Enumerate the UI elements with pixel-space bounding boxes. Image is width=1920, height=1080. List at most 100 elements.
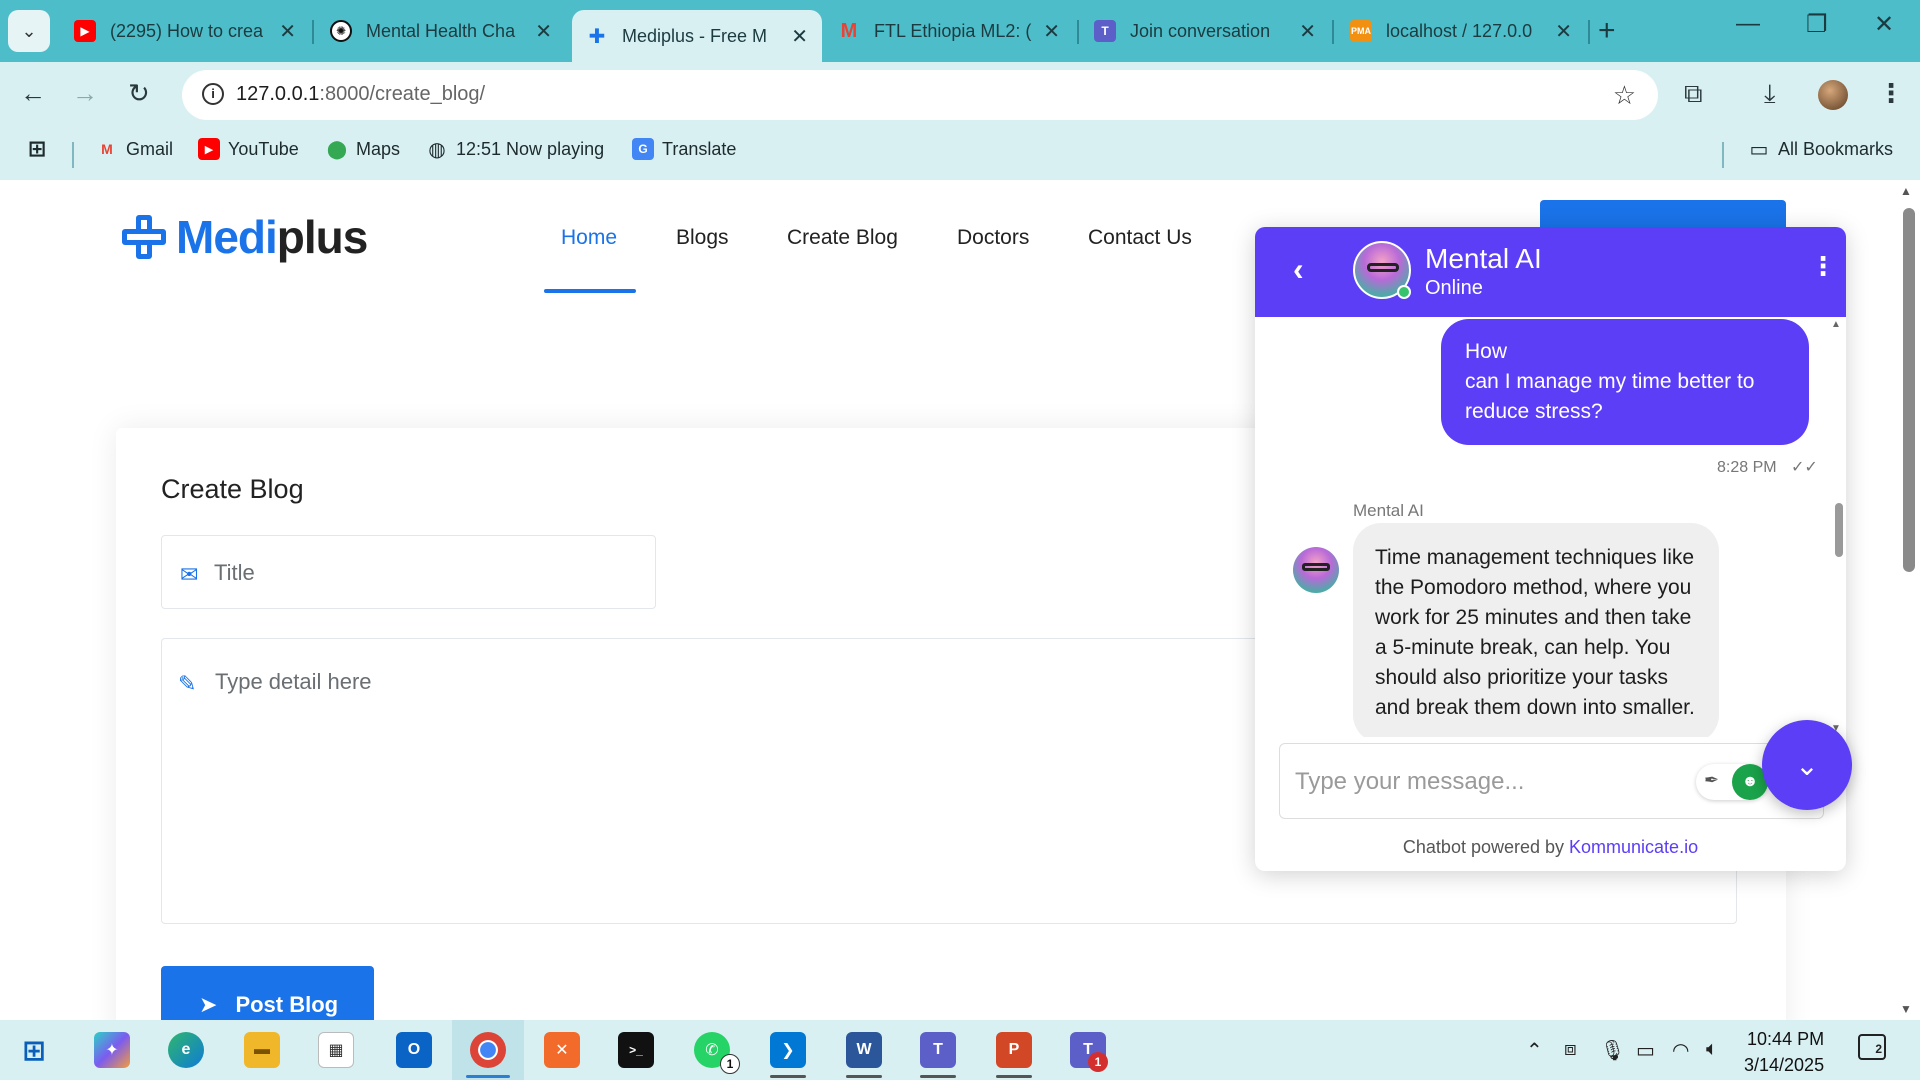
notification-count: 2 xyxy=(1875,1042,1882,1056)
tab-label: Mediplus - Free M xyxy=(622,25,768,46)
device-icon[interactable]: ⧈ xyxy=(1564,1038,1577,1061)
tab-separator xyxy=(312,20,314,44)
store-icon[interactable]: ▦ xyxy=(318,1032,354,1068)
copilot-icon[interactable]: ✦ xyxy=(94,1032,130,1068)
tab-search-button[interactable]: ⌄ xyxy=(8,10,50,52)
address-url[interactable]: 127.0.0.1:8000/create_blog/ xyxy=(236,83,485,106)
nav-contact-us[interactable]: Contact Us xyxy=(1088,226,1192,250)
apps-grid-icon[interactable]: ⊞ xyxy=(26,136,56,161)
user-message-line: reduce stress? xyxy=(1465,400,1603,423)
word-icon[interactable]: W xyxy=(846,1032,882,1068)
outlook-icon[interactable]: O xyxy=(396,1032,432,1068)
close-icon[interactable]: ✕ xyxy=(1043,19,1060,44)
bookmark-translate[interactable]: G Translate xyxy=(632,138,736,160)
gmail-icon: M xyxy=(101,141,113,157)
chrome-icon[interactable] xyxy=(470,1032,506,1068)
scroll-up-icon[interactable]: ▲ xyxy=(1900,184,1912,198)
nav-create-blog[interactable]: Create Blog xyxy=(787,226,898,250)
all-bookmarks[interactable]: ▭ All Bookmarks xyxy=(1748,138,1893,161)
back-icon[interactable]: ← xyxy=(20,78,46,109)
battery-icon[interactable]: ▭ xyxy=(1636,1038,1655,1063)
chat-toggle-button[interactable]: ⌄ xyxy=(1762,720,1852,810)
address-bar[interactable]: i 127.0.0.1:8000/create_blog/ ☆ xyxy=(182,70,1658,120)
chat-mode-toggle[interactable]: ✒ ☻ xyxy=(1696,764,1768,800)
profile-avatar[interactable] xyxy=(1818,80,1848,110)
volume-icon[interactable]: 🔈︎ xyxy=(1706,1038,1718,1061)
teams-icon[interactable]: T xyxy=(920,1032,956,1068)
logo-part-plus: plus xyxy=(276,211,369,263)
close-icon[interactable]: ✕ xyxy=(279,19,296,44)
powered-brand-link[interactable]: Kommunicate.io xyxy=(1569,837,1698,857)
scroll-down-icon[interactable]: ▼ xyxy=(1900,1002,1912,1016)
maps-icon: ⬤ xyxy=(326,138,348,159)
nav-blogs[interactable]: Blogs xyxy=(676,226,729,250)
clock-time: 10:44 PM xyxy=(1747,1029,1825,1049)
page-scroll-thumb[interactable] xyxy=(1903,208,1915,572)
chat-back-icon[interactable]: ‹ xyxy=(1293,251,1304,288)
notification-center-icon[interactable]: 2 xyxy=(1858,1034,1886,1060)
new-tab-icon[interactable]: + xyxy=(1598,14,1616,48)
title-input[interactable]: ✉ Title xyxy=(161,535,656,609)
tab-separator xyxy=(1077,20,1079,44)
minimize-icon[interactable]: — xyxy=(1736,10,1760,38)
close-icon[interactable]: ✕ xyxy=(535,19,552,44)
bookmark-now-playing[interactable]: ◍ 12:51 Now playing xyxy=(426,138,604,161)
teams-badge: 1 xyxy=(1088,1052,1108,1072)
system-clock[interactable]: 10:44 PM 3/14/2025 xyxy=(1744,1026,1824,1078)
chat-messages[interactable]: How can I manage my time better to reduc… xyxy=(1255,317,1846,737)
tab-label: localhost / 127.0.0 xyxy=(1386,20,1533,41)
xampp-icon[interactable]: ✕ xyxy=(544,1032,580,1068)
bookmark-star-icon[interactable]: ☆ xyxy=(1613,80,1636,111)
browser-menu-icon[interactable]: ⋮ xyxy=(1878,78,1904,109)
nav-doctors[interactable]: Doctors xyxy=(957,226,1029,250)
restore-icon[interactable]: ❐ xyxy=(1806,10,1828,39)
tab-gmail[interactable]: M FTL Ethiopia ML2: ( ✕ xyxy=(824,10,1074,52)
microphone-icon[interactable]: 🎙︎ xyxy=(1600,1038,1625,1063)
clock-date: 3/14/2025 xyxy=(1744,1055,1825,1075)
post-blog-button[interactable]: ➤ Post Blog xyxy=(161,966,374,1020)
tab-youtube[interactable]: ▶ (2295) How to crea ✕ xyxy=(60,10,310,52)
tab-phpmyadmin[interactable]: PMA localhost / 127.0.0 ✕ xyxy=(1336,10,1586,52)
bookmark-maps[interactable]: ⬤ Maps xyxy=(326,138,400,160)
nav-home[interactable]: Home xyxy=(561,226,617,250)
chat-scroll-up-icon[interactable]: ▲ xyxy=(1831,319,1841,330)
online-indicator xyxy=(1397,285,1411,299)
chevron-down-icon: ⌄ xyxy=(1795,749,1819,781)
reload-icon[interactable]: ↻ xyxy=(128,78,150,109)
tab-mental-health[interactable]: ✺ Mental Health Cha ✕ xyxy=(316,10,566,52)
taskbar: ⊞ ✦ e ▬ ▦ O ✕ >_ ✆ 1 ❯ W T P T 1 ⌃ ⧈ 🎙︎ … xyxy=(0,1020,1920,1080)
vscode-icon[interactable]: ❯ xyxy=(770,1032,806,1068)
forward-icon[interactable]: → xyxy=(72,78,98,109)
chat-message-input[interactable]: Type your message... ✒ ☻ ⌇ xyxy=(1279,743,1824,819)
chat-scroll-thumb[interactable] xyxy=(1835,503,1843,557)
extensions-icon[interactable]: ⧉ xyxy=(1684,78,1703,110)
download-icon[interactable]: ⤓ xyxy=(1764,78,1776,110)
nav-active-indicator xyxy=(544,289,636,293)
chrome-active-indicator xyxy=(466,1075,510,1078)
tab-teams[interactable]: T Join conversation ✕ xyxy=(1080,10,1330,52)
bookmark-youtube[interactable]: ▶ YouTube xyxy=(198,138,299,160)
message-time: 8:28 PM xyxy=(1717,459,1777,476)
bookmark-gmail[interactable]: M Gmail xyxy=(96,138,173,160)
tab-label: FTL Ethiopia ML2: ( xyxy=(874,20,1032,41)
tab-mediplus[interactable]: ✚ Mediplus - Free M ✕ xyxy=(572,10,822,62)
site-logo[interactable]: Mediplus xyxy=(120,210,369,264)
wifi-icon[interactable]: ◠ xyxy=(1672,1038,1689,1063)
translate-icon: G xyxy=(632,138,654,160)
file-explorer-icon[interactable]: ▬ xyxy=(244,1032,280,1068)
tab-label: Mental Health Cha xyxy=(366,20,516,41)
tray-overflow-icon[interactable]: ⌃ xyxy=(1526,1038,1543,1063)
powerpoint-icon[interactable]: P xyxy=(996,1032,1032,1068)
site-info-icon[interactable]: i xyxy=(202,83,224,105)
close-icon[interactable]: ✕ xyxy=(1299,19,1316,44)
windows-start-icon[interactable]: ⊞ xyxy=(16,1032,52,1068)
chat-bot-name: Mental AI xyxy=(1425,243,1542,274)
chat-input-placeholder: Type your message... xyxy=(1295,768,1525,795)
terminal-icon[interactable]: >_ xyxy=(618,1032,654,1068)
window-close-icon[interactable]: ✕ xyxy=(1874,10,1894,39)
close-icon[interactable]: ✕ xyxy=(1555,19,1572,44)
envelope-icon: ✉ xyxy=(180,562,199,587)
close-icon[interactable]: ✕ xyxy=(791,24,808,49)
chat-menu-icon[interactable]: ⋮ xyxy=(1810,251,1836,282)
edge-icon[interactable]: e xyxy=(168,1032,204,1068)
